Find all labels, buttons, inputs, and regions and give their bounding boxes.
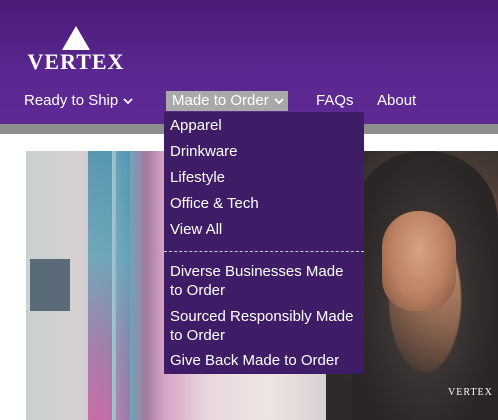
hero-light-streak [116, 151, 130, 420]
nav-about-label: About [377, 92, 417, 109]
chevron-down-icon [274, 98, 284, 105]
hero-window [30, 259, 70, 311]
logo-text: VERTEX [28, 49, 125, 74]
nav-ready-to-ship-label: Ready to Ship [24, 92, 119, 109]
hero-apparel-logo: VERTEX [448, 387, 493, 398]
vertex-logo-mark: VERTEX [28, 26, 125, 74]
nav-faqs[interactable]: FAQs [316, 90, 354, 112]
dropdown-item-give-back[interactable]: Give Back Made to Order [170, 351, 360, 370]
dropdown-divider [164, 251, 364, 252]
nav-ready-to-ship[interactable]: Ready to Ship [24, 90, 133, 112]
dropdown-item-diverse-businesses[interactable]: Diverse Businesses Made to Order [170, 262, 360, 300]
nav-about[interactable]: About [377, 90, 416, 112]
made-to-order-dropdown: Apparel Drinkware Lifestyle Office & Tec… [164, 112, 364, 374]
hero-face [382, 211, 456, 311]
hero-light-streak [88, 151, 112, 420]
nav-made-to-order[interactable]: Made to Order [166, 91, 288, 111]
dropdown-item-office-tech[interactable]: Office & Tech [170, 194, 360, 213]
nav-made-to-order-label: Made to Order [172, 92, 269, 109]
main-nav: Ready to Ship Made to Order FAQs About [0, 90, 498, 114]
chevron-down-icon [123, 98, 133, 105]
dropdown-item-view-all[interactable]: View All [170, 220, 360, 239]
vertex-logo[interactable]: VERTEX [24, 24, 128, 76]
nav-faqs-label: FAQs [316, 92, 354, 109]
dropdown-item-lifestyle[interactable]: Lifestyle [170, 168, 360, 187]
dropdown-item-drinkware[interactable]: Drinkware [170, 142, 360, 161]
dropdown-item-apparel[interactable]: Apparel [170, 116, 360, 135]
site-header: VERTEX Ready to Ship Made to Order FAQs … [0, 0, 498, 124]
dropdown-item-sourced-responsibly[interactable]: Sourced Responsibly Made to Order [170, 307, 360, 345]
